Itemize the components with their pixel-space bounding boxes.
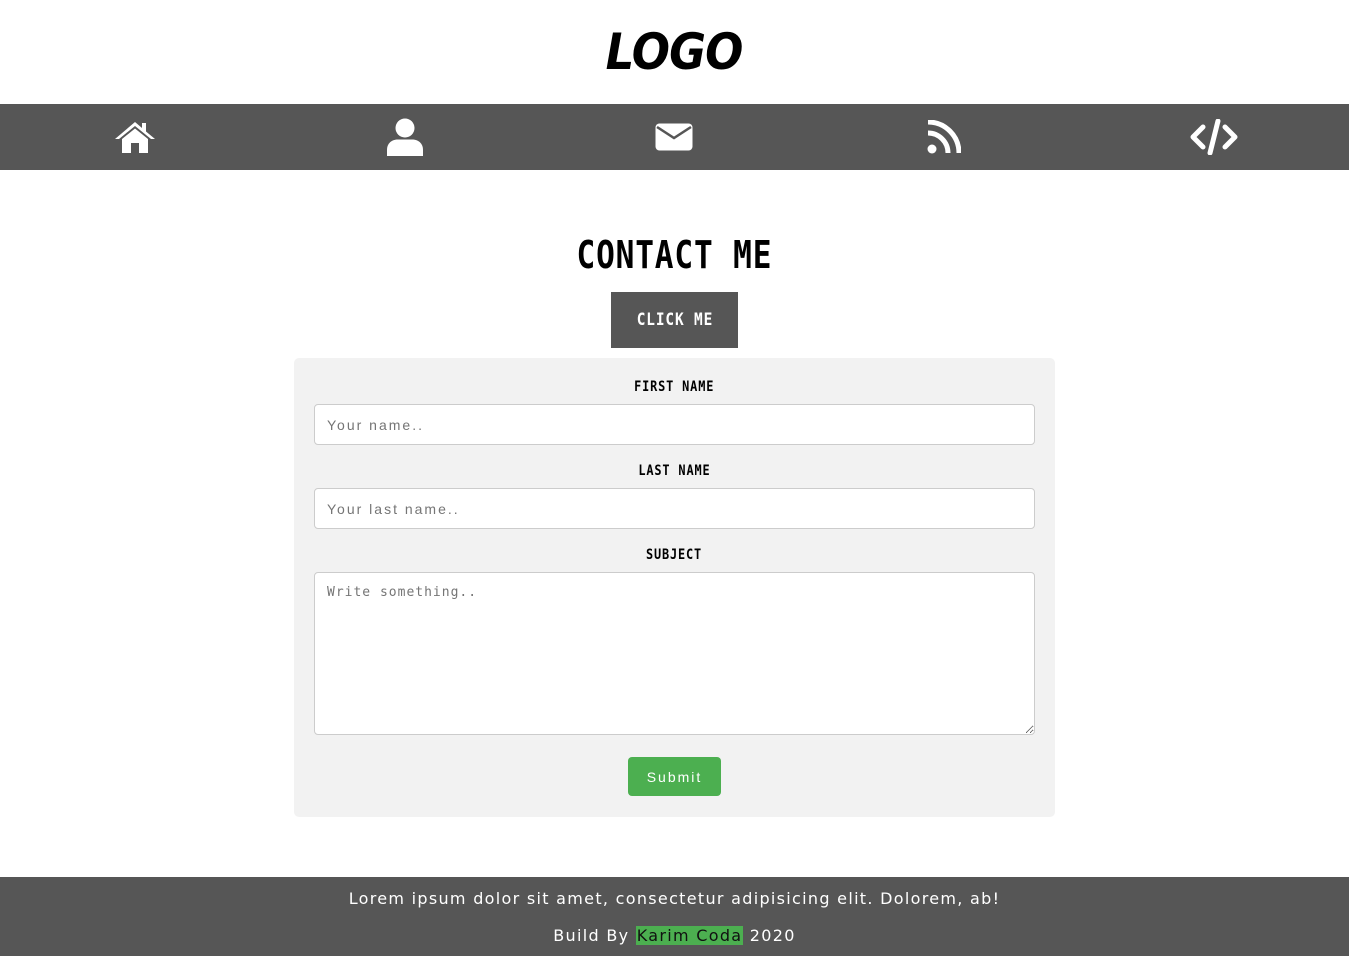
home-icon <box>114 122 155 153</box>
footer-build-prefix: Build By <box>553 926 630 945</box>
last-name-input[interactable] <box>314 488 1035 529</box>
footer-text: Lorem ipsum dolor sit amet, consectetur … <box>348 889 1001 908</box>
main-content: CONTACT ME CLICK ME FIRST NAME LAST NAME… <box>0 170 1349 817</box>
logo[interactable]: LOGO <box>606 23 744 81</box>
user-icon <box>386 118 423 156</box>
code-icon <box>1190 119 1238 155</box>
nav-bar <box>0 104 1349 170</box>
nav-item-home[interactable] <box>0 104 270 170</box>
submit-button[interactable]: Submit <box>628 757 721 796</box>
page-title: CONTACT ME <box>576 233 773 277</box>
footer-author-link[interactable]: Karim Coda <box>635 926 744 945</box>
header: LOGO <box>0 0 1349 104</box>
footer-year: 2020 <box>749 926 796 945</box>
nav-item-mail[interactable] <box>540 104 810 170</box>
subject-label: SUBJECT <box>646 547 703 563</box>
first-name-input[interactable] <box>314 404 1035 445</box>
click-me-label: CLICK ME <box>636 310 713 330</box>
contact-form: FIRST NAME LAST NAME SUBJECT Submit <box>294 358 1055 817</box>
envelope-icon <box>655 123 693 151</box>
click-me-button[interactable]: CLICK ME <box>611 292 738 348</box>
rss-icon <box>927 120 962 154</box>
nav-item-rss[interactable] <box>809 104 1079 170</box>
nav-item-user[interactable] <box>270 104 540 170</box>
nav-item-code[interactable] <box>1079 104 1349 170</box>
first-name-label: FIRST NAME <box>634 379 715 395</box>
subject-textarea[interactable] <box>314 572 1035 735</box>
footer: Lorem ipsum dolor sit amet, consectetur … <box>0 877 1349 956</box>
footer-credit: Build By Karim Coda 2020 <box>0 926 1349 946</box>
last-name-label: LAST NAME <box>638 463 711 479</box>
